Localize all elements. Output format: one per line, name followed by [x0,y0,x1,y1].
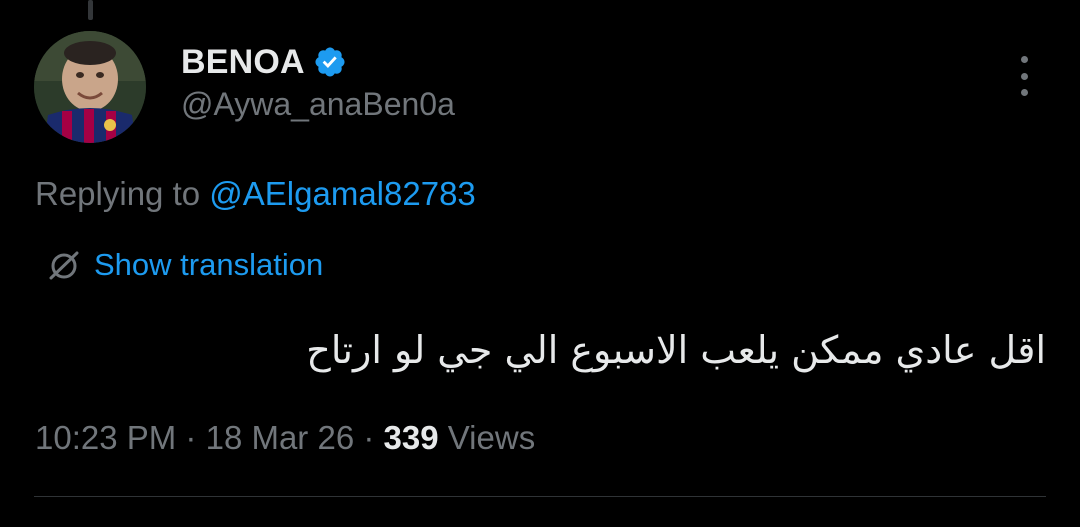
author-display-name[interactable]: BENOA [181,43,305,82]
translate-globe-icon [45,246,83,284]
author-name-row: BENOA [181,40,347,84]
more-dot [1020,89,1028,96]
show-translation-button[interactable]: Show translation [45,245,323,285]
divider [34,496,1046,497]
show-translation-label: Show translation [94,247,324,282]
author-handle[interactable]: @Aywa_anaBen0a [181,86,455,123]
avatar-photo-icon [34,31,146,143]
meta-separator: · [185,419,197,456]
tweet-body-text: اقل عادي ممكن يلعب الاسبوع الي جي لو ارت… [306,328,1046,372]
more-dot [1020,72,1028,80]
thread-connector-line [88,0,93,20]
reply-mention-link[interactable]: @AElgamal82783 [209,175,476,212]
more-dot [1020,56,1028,63]
replying-to-line: Replying to @AElgamal82783 [35,175,476,213]
more-options-icon[interactable] [1010,56,1038,96]
tweet-time[interactable]: 10:23 PM [35,419,176,456]
avatar[interactable] [34,31,146,143]
tweet-date[interactable]: 18 Mar 26 [206,419,355,456]
views-count[interactable]: 339 [384,419,439,456]
replying-to-label: Replying to [35,175,201,212]
views-label[interactable]: Views [448,419,535,456]
meta-separator: · [363,419,375,456]
verified-badge-icon [313,45,347,79]
tweet-meta-row: 10:23 PM · 18 Mar 26 · 339 Views [35,419,535,457]
